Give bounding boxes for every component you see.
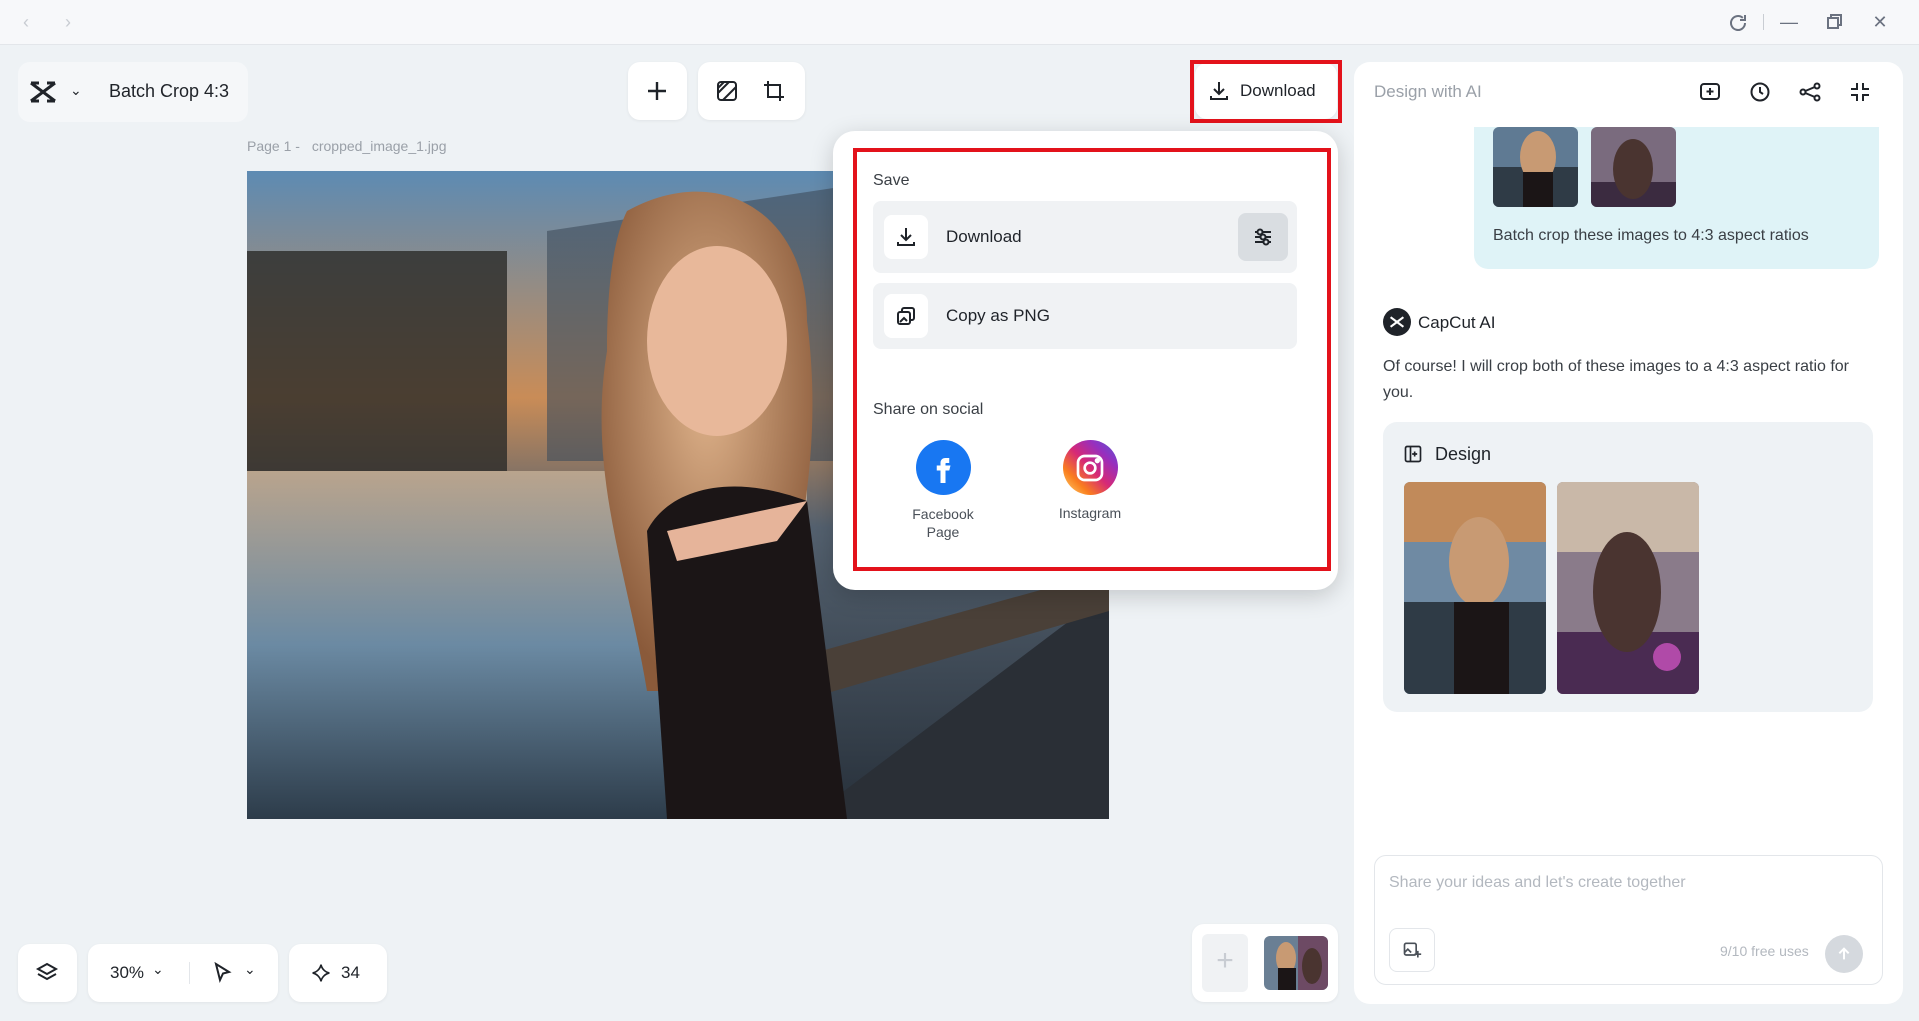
arrow-up-icon [1838,947,1850,960]
refresh-icon[interactable] [1726,11,1750,35]
credits-count: 34 [341,963,360,982]
add-image-button[interactable] [1389,928,1435,972]
user-message-text: Batch crop these images to 4:3 aspect ra… [1493,227,1809,244]
share-icon[interactable] [1798,80,1822,104]
design-card: Design [1383,422,1873,712]
capcut-logo-icon [28,79,58,110]
zoom-chevron-icon[interactable]: ⌄ [152,961,164,978]
user-message-bubble: Batch crop these images to 4:3 aspect ra… [1474,127,1879,269]
file-name: cropped_image_1.jpg [311,138,447,154]
user-thumb-2[interactable] [1591,127,1676,207]
result-image-1[interactable] [1404,482,1546,694]
credits-button[interactable]: 34 [289,944,387,1002]
chevron-down-icon[interactable]: ⌄ [70,82,82,99]
crop-icon[interactable] [762,79,786,103]
page-strip: + [1192,924,1338,1002]
history-icon[interactable] [1748,80,1772,104]
collapse-icon[interactable] [1848,80,1872,104]
send-button[interactable] [1825,935,1863,973]
new-chat-icon[interactable] [1698,80,1722,104]
project-menu[interactable]: ⌄ Batch Crop 4:3 [18,62,248,122]
assistant-name: CapCut AI [1418,313,1496,332]
prompt-input[interactable]: Share your ideas and let's create togeth… [1374,855,1883,985]
sparkle-icon [311,963,331,988]
design-label: Design [1435,444,1492,464]
add-image-icon [1403,942,1422,958]
pointer-icon[interactable] [211,961,235,985]
page-number: Page 1 - [247,138,300,154]
plus-icon [645,79,669,103]
project-title[interactable]: Batch Crop 4:3 [109,81,229,102]
popup-highlight [853,148,1331,571]
result-image-2[interactable] [1557,482,1699,694]
close-icon[interactable]: ✕ [1868,10,1892,34]
download-button-highlight [1190,60,1342,123]
prompt-placeholder: Share your ideas and let's create togeth… [1389,874,1686,891]
forward-icon[interactable]: › [56,10,80,34]
layers-button[interactable] [18,944,77,1002]
page-thumbnail[interactable] [1264,936,1328,990]
back-icon[interactable]: ‹ [14,10,38,34]
remove-background-icon[interactable] [715,79,739,103]
zoom-divider [189,962,190,984]
ai-panel-header: Design with AI [1374,82,1482,101]
zoom-controls: 30% ⌄ ⌄ [88,944,278,1002]
usage-counter: 9/10 free uses [1720,943,1809,959]
capcut-ai-avatar [1383,308,1411,336]
layers-icon [35,961,59,985]
design-icon [1403,444,1423,469]
title-divider [1763,14,1764,30]
ai-panel: Design with AI Batch crop these images t… [1354,62,1903,1004]
restore-icon[interactable] [1822,10,1846,34]
add-button[interactable] [628,62,687,120]
minimize-icon[interactable]: — [1777,10,1801,34]
page-label: Page 1 - cropped_image_1.jpg [247,138,446,154]
add-page-button[interactable]: + [1202,934,1248,992]
user-thumb-1[interactable] [1493,127,1578,207]
assistant-message: Of course! I will crop both of these ima… [1383,358,1850,401]
zoom-level[interactable]: 30% [110,963,144,983]
edit-tools-group [698,62,805,120]
pointer-chevron-icon[interactable]: ⌄ [244,961,256,978]
window-title-bar: ‹ › — ✕ [0,0,1919,45]
